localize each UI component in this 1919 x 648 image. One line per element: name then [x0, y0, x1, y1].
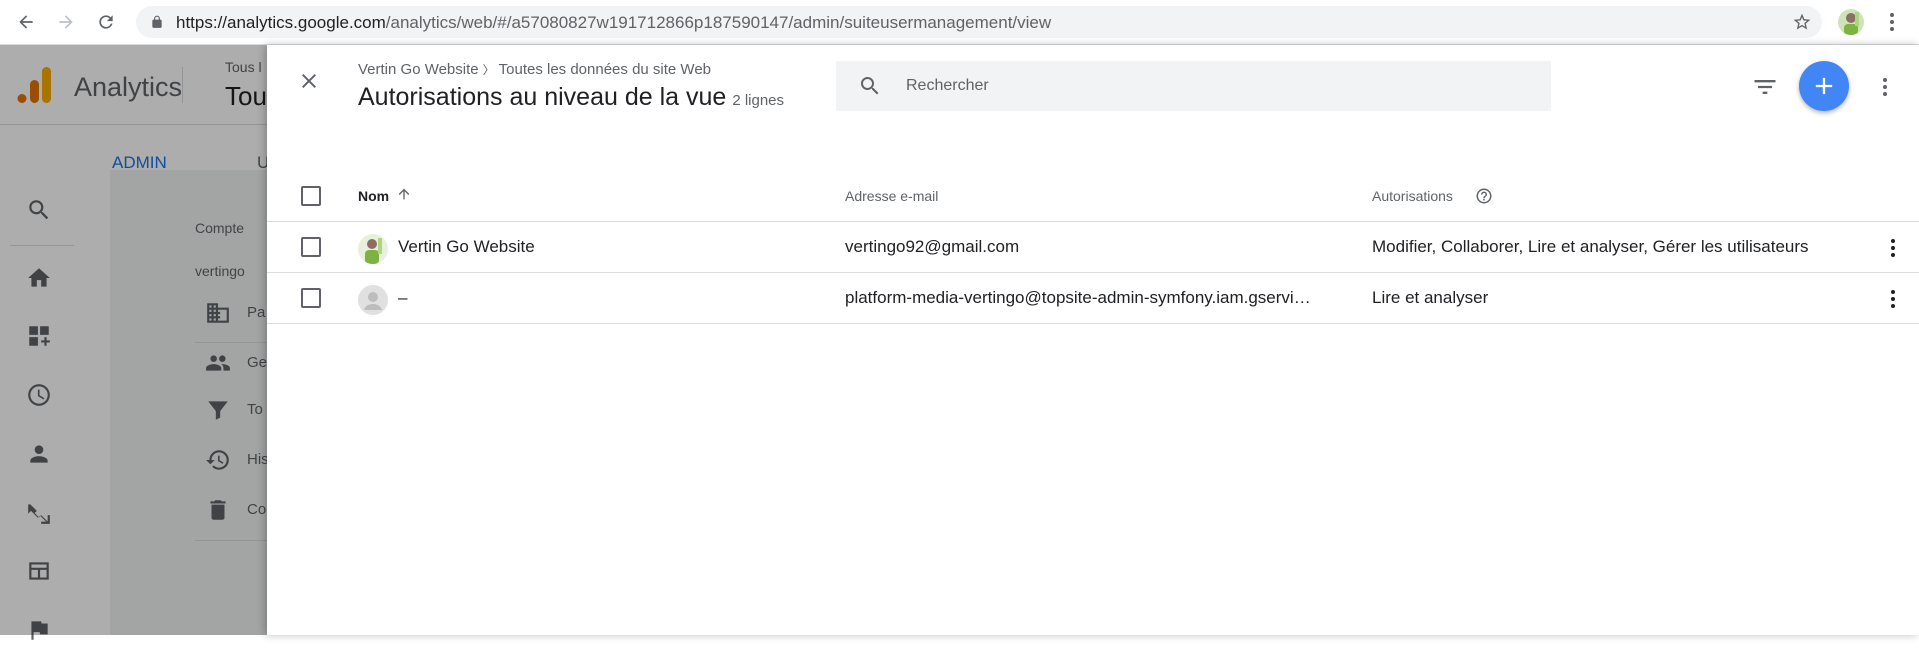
table-row[interactable]: Vertin Go Website vertingo92@gmail.com M…: [267, 222, 1919, 273]
browser-toolbar: https://analytics.google.com/analytics/w…: [0, 0, 1919, 45]
forward-icon[interactable]: [54, 10, 78, 34]
filter-list-icon: [1754, 80, 1776, 94]
profile-avatar[interactable]: [1838, 9, 1864, 35]
column-header-email[interactable]: Adresse e-mail: [845, 188, 938, 204]
search-box[interactable]: [836, 61, 1551, 111]
address-bar[interactable]: https://analytics.google.com/analytics/w…: [136, 6, 1822, 38]
filter-button[interactable]: [1751, 73, 1779, 101]
more-vert-icon: [1891, 239, 1895, 257]
row-name: –: [398, 288, 408, 307]
row-actions-button[interactable]: [1881, 236, 1905, 260]
breadcrumb-separator-icon: 〉: [482, 63, 495, 77]
search-input[interactable]: [906, 61, 1526, 111]
more-vert-icon: [1891, 290, 1895, 308]
row-email: vertingo92@gmail.com: [845, 237, 1020, 256]
more-vert-icon: [1883, 78, 1887, 96]
column-header-name[interactable]: Nom: [358, 188, 389, 204]
close-button[interactable]: [297, 69, 321, 93]
back-icon[interactable]: [14, 10, 38, 34]
bookmark-star-icon[interactable]: [1792, 12, 1812, 32]
breadcrumb-property: Vertin Go Website: [358, 61, 479, 78]
user-avatar: [358, 234, 388, 264]
row-actions-button[interactable]: [1881, 287, 1905, 311]
table-header: Nom Adresse e-mail Autorisations: [267, 150, 1919, 222]
row-checkbox[interactable]: [301, 237, 321, 257]
breadcrumb-view: Toutes les données du site Web: [498, 61, 711, 78]
user-management-panel: Vertin Go Website 〉 Toutes les données du …: [267, 45, 1919, 635]
row-email: platform-media-vertingo@topsite-admin-sy…: [845, 288, 1311, 307]
lock-icon: [152, 15, 162, 28]
select-all-checkbox[interactable]: [301, 186, 321, 206]
column-header-permissions[interactable]: Autorisations: [1372, 188, 1453, 204]
reload-icon[interactable]: [94, 10, 118, 34]
table-row[interactable]: – platform-media-vertingo@topsite-admin-…: [267, 273, 1919, 324]
row-permissions: Modifier, Collaborer, Lire et analyser, …: [1372, 237, 1809, 256]
search-icon: [861, 77, 879, 95]
url-text: https://analytics.google.com/analytics/w…: [176, 13, 1052, 32]
row-count: 2 lignes: [732, 92, 785, 109]
plus-icon: [1815, 77, 1833, 95]
breadcrumb: Vertin Go Website 〉 Toutes les données du …: [358, 61, 711, 78]
add-user-button[interactable]: [1799, 61, 1849, 111]
page-title-wrap: Autorisations au niveau de la vue 2 ligne…: [358, 83, 784, 112]
row-permissions: Lire et analyser: [1372, 288, 1489, 307]
sort-arrow-up-icon[interactable]: [396, 186, 412, 202]
default-avatar-icon: [358, 285, 388, 315]
row-name: Vertin Go Website: [398, 237, 535, 256]
help-icon[interactable]: [1475, 187, 1493, 205]
browser-menu-icon[interactable]: [1880, 10, 1904, 34]
more-options-button[interactable]: [1873, 75, 1897, 99]
page-title: Autorisations au niveau de la vue: [358, 83, 727, 111]
close-icon: [302, 74, 316, 88]
row-checkbox[interactable]: [301, 288, 321, 308]
